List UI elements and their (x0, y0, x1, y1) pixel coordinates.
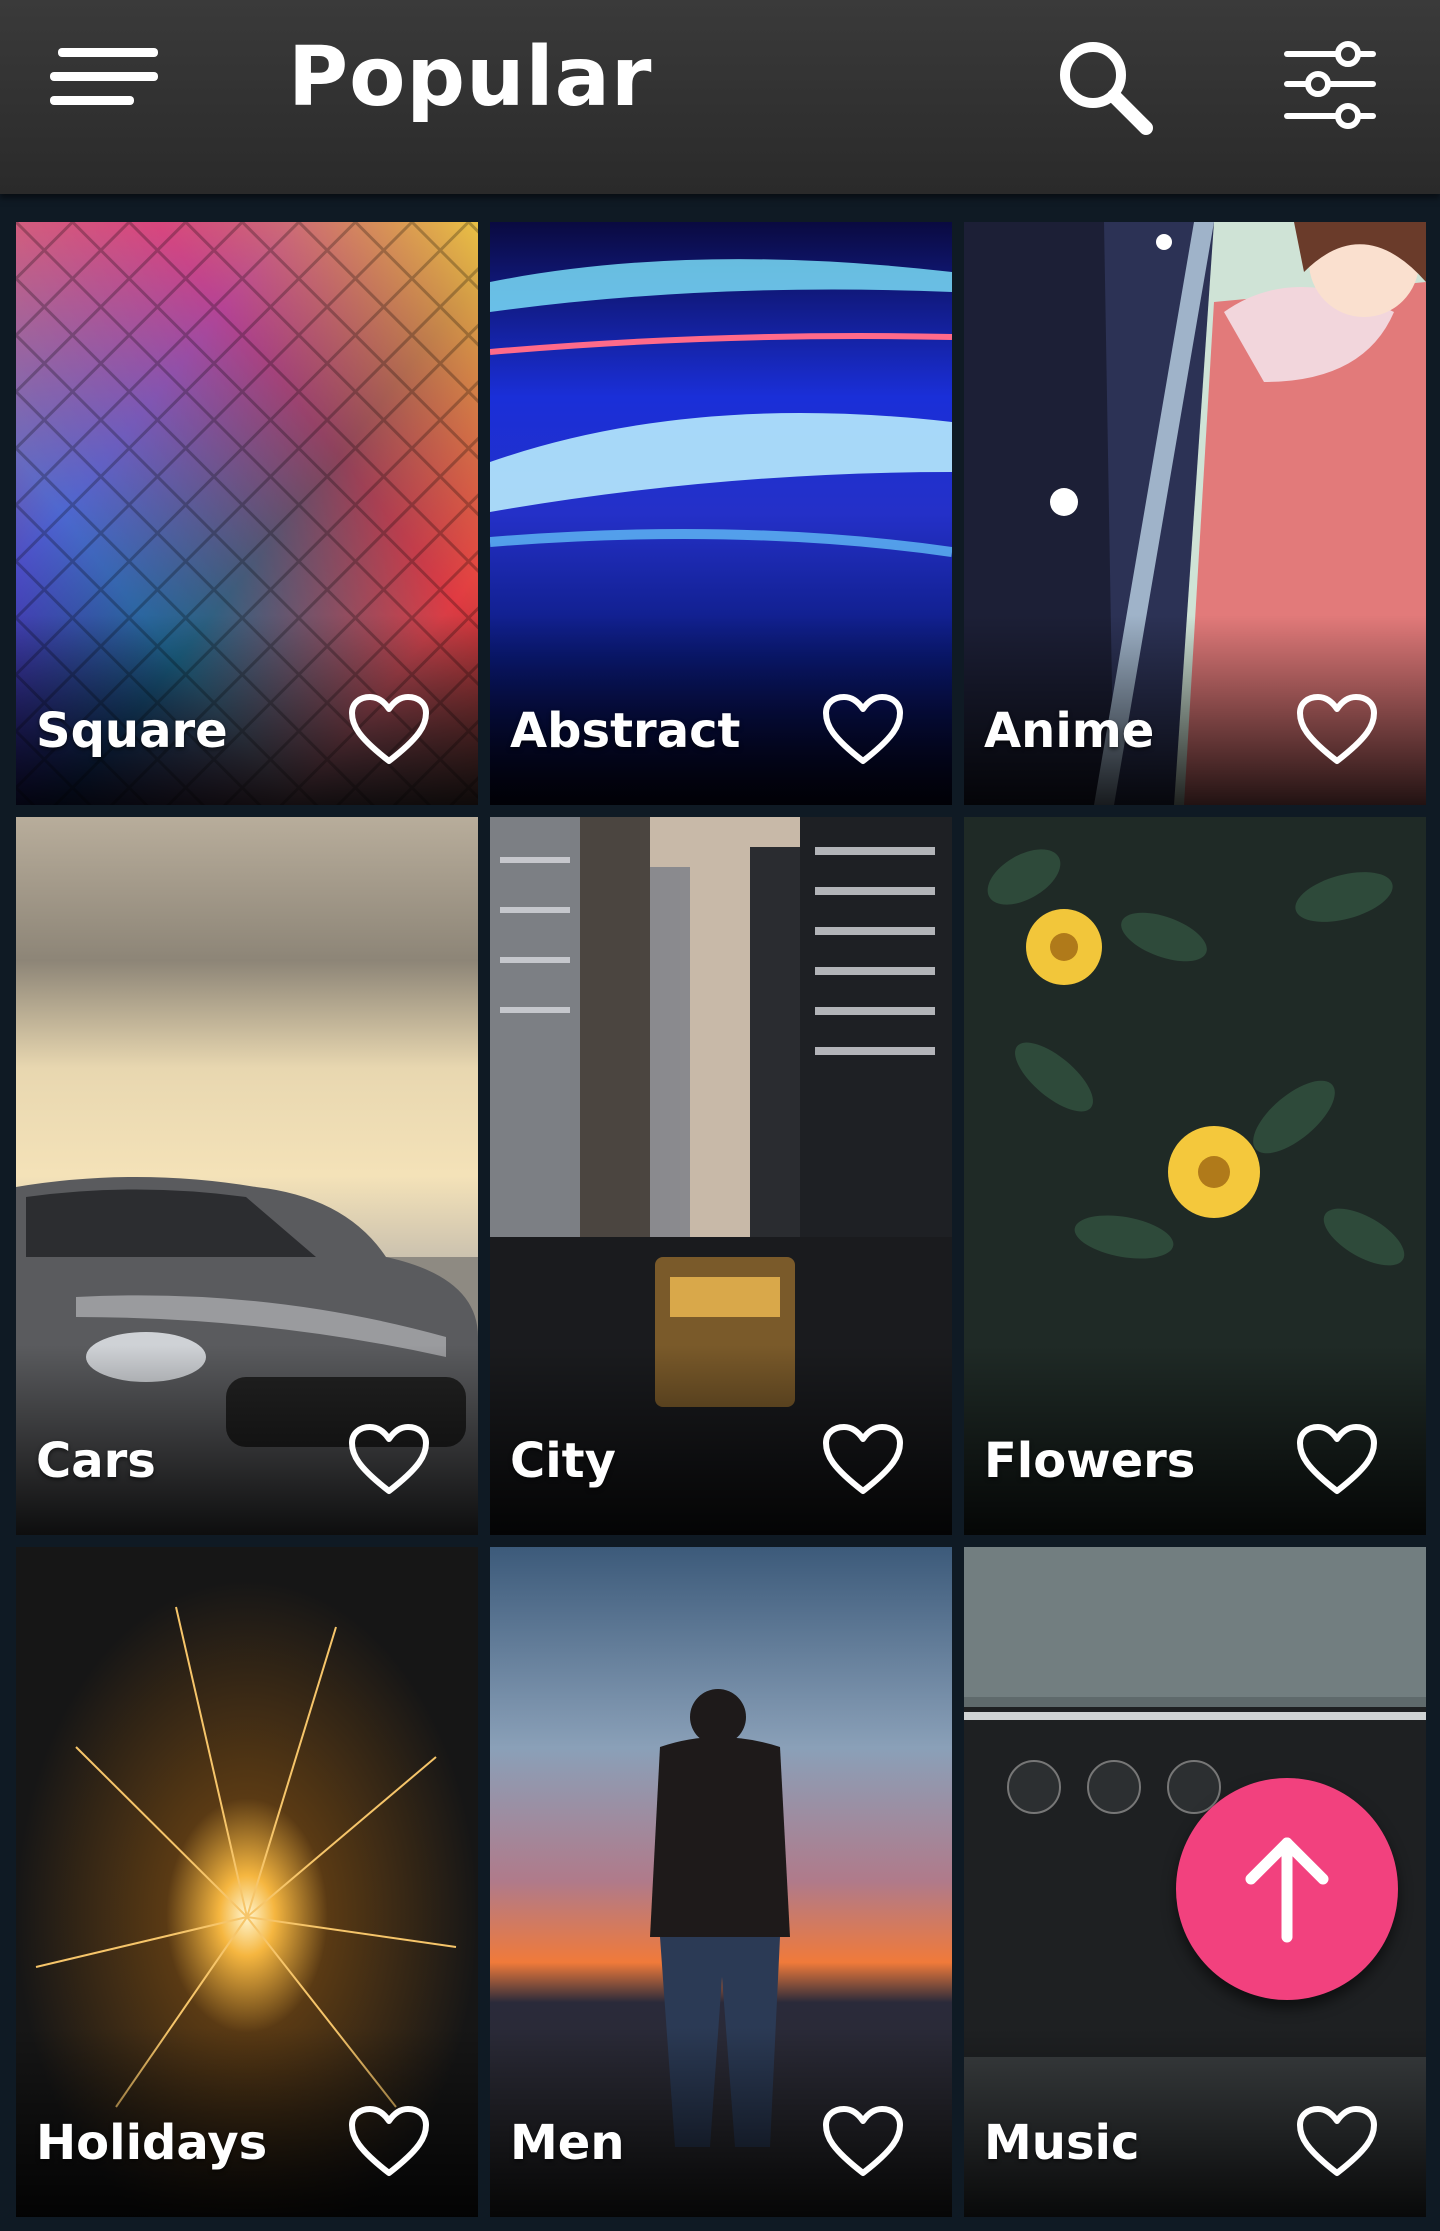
favorite-heart-icon[interactable] (1296, 693, 1378, 765)
category-tile-abstract[interactable]: Abstract (490, 222, 952, 805)
app-bar: Popular (0, 0, 1440, 194)
favorite-heart-icon[interactable] (348, 2105, 430, 2177)
category-tile-men[interactable]: Men (490, 1547, 952, 2217)
category-tile-cars[interactable]: Cars (16, 817, 478, 1535)
hamburger-menu-icon (50, 48, 158, 105)
search-button[interactable] (1050, 32, 1160, 142)
category-tile-city[interactable]: City (490, 817, 952, 1535)
filter-button[interactable] (1275, 32, 1385, 142)
favorite-heart-icon[interactable] (1296, 1423, 1378, 1495)
category-label: Abstract (510, 703, 741, 759)
category-label: Music (984, 2115, 1140, 2171)
category-tile-square[interactable]: Square (16, 222, 478, 805)
arrow-up-icon (1245, 1837, 1329, 1943)
category-label: City (510, 1433, 616, 1489)
category-label: Holidays (36, 2115, 268, 2171)
category-tile-flowers[interactable]: Flowers (964, 817, 1426, 1535)
favorite-heart-icon[interactable] (822, 2105, 904, 2177)
category-label: Cars (36, 1433, 156, 1489)
favorite-heart-icon[interactable] (348, 693, 430, 765)
category-tile-anime[interactable]: Anime (964, 222, 1426, 805)
category-tile-holidays[interactable]: Holidays (16, 1547, 478, 2217)
category-label: Anime (984, 703, 1155, 759)
favorite-heart-icon[interactable] (822, 1423, 904, 1495)
page-title: Popular (288, 30, 653, 125)
favorite-heart-icon[interactable] (348, 1423, 430, 1495)
menu-button[interactable] (50, 42, 170, 122)
favorite-heart-icon[interactable] (1296, 2105, 1378, 2177)
sliders-filter-icon (1284, 41, 1376, 129)
category-label: Flowers (984, 1433, 1196, 1489)
category-label: Men (510, 2115, 625, 2171)
scroll-to-top-button[interactable] (1176, 1778, 1398, 2000)
category-label: Square (36, 703, 228, 759)
search-icon (1060, 42, 1153, 135)
favorite-heart-icon[interactable] (822, 693, 904, 765)
